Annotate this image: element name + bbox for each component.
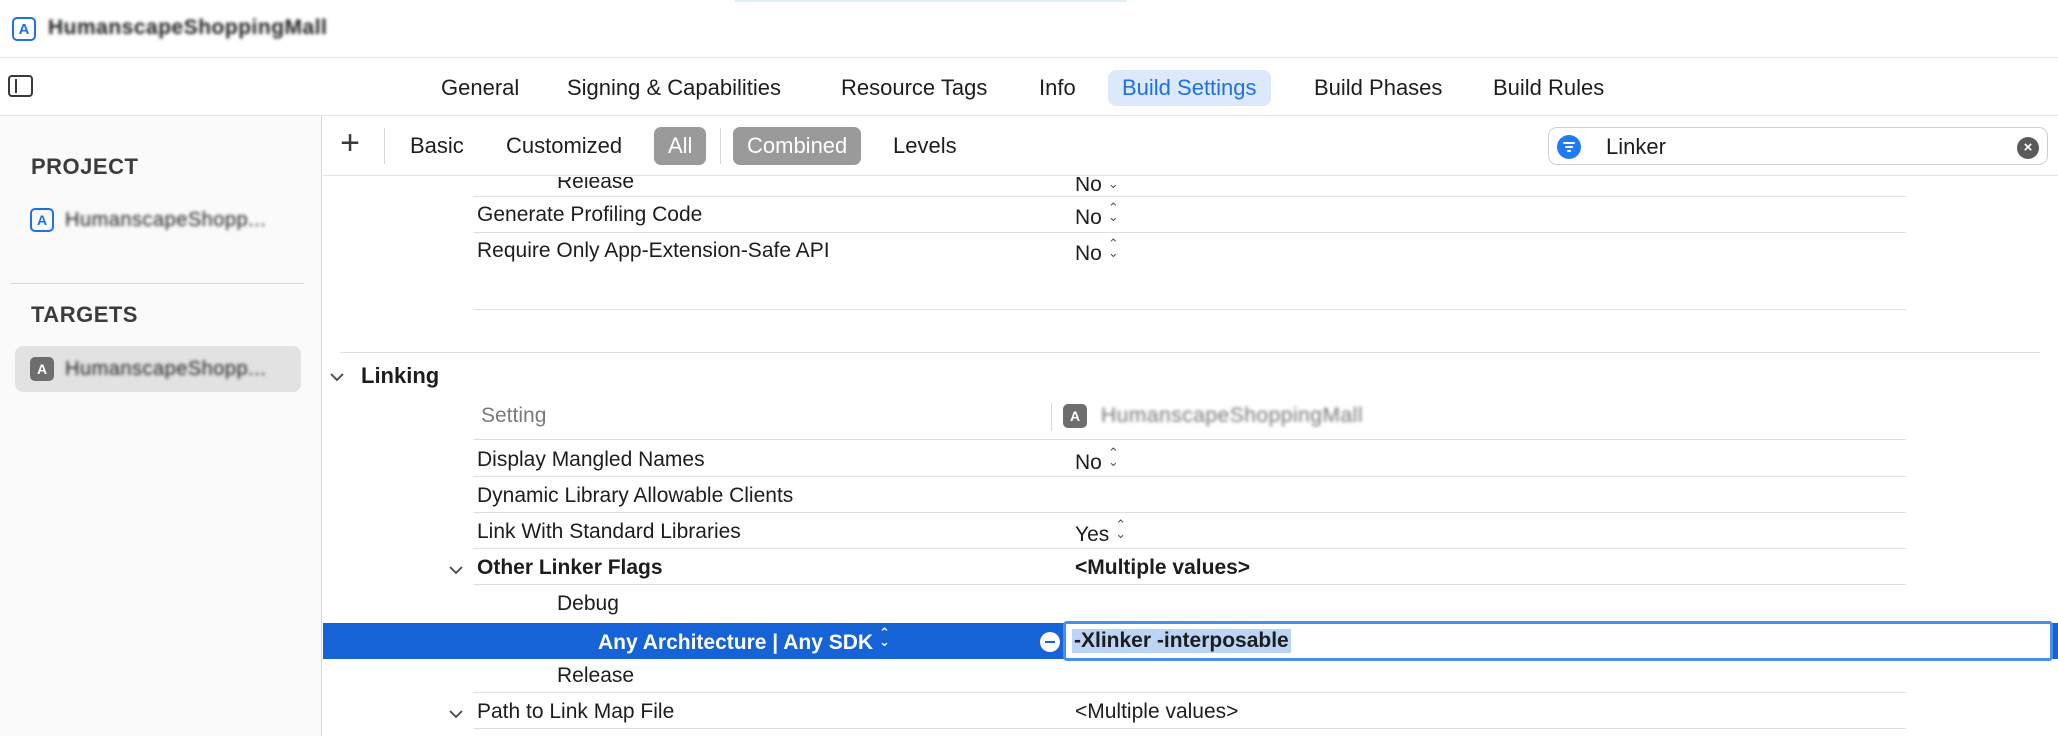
project-icon: A [30,208,54,232]
setting-name: Display Mangled Names [477,448,705,471]
filter-icon[interactable] [1557,135,1581,159]
setting-name: Link With Standard Libraries [477,520,741,543]
remove-condition-icon[interactable] [1040,632,1060,652]
add-build-setting-button[interactable]: + [335,126,365,162]
setting-value[interactable]: No⌃⌄ [1075,236,1119,266]
setting-name: Other Linker Flags [477,556,663,579]
row-divider [473,512,1906,513]
table-row-selected[interactable]: Any Architecture | Any SDK ⌃ ⌄ -Xlinker -i… [323,621,2058,661]
table-row[interactable]: Release [323,659,2058,695]
setting-name: Require Only App-Extension-Safe API [477,239,830,262]
tab-signing-capabilities[interactable]: Signing & Capabilities [553,70,795,106]
section-divider [340,352,2040,353]
chevron-down-icon[interactable] [449,706,463,719]
chevron-down-icon[interactable] [449,562,463,575]
table-row[interactable]: Path to Link Map File <Multiple values> [323,695,2058,731]
scope-all[interactable]: All [654,127,707,165]
row-divider [473,476,1906,477]
sidebar-item-label: HumanscapeShopp... [65,209,267,231]
project-section-header: PROJECT [31,154,139,179]
target-icon: A [1063,404,1087,428]
table-row[interactable]: Generate Profiling Code No ⌃ ⌄ [323,198,2058,234]
separator [384,128,385,164]
setting-name: Generate Profiling Code [477,203,703,226]
column-header-row: Setting A HumanscapeShoppingMall [323,399,2058,435]
stepper-icon: ⌃⌄ [1107,236,1119,260]
tab-info[interactable]: Info [1025,70,1090,106]
sidebar-toggle-icon[interactable] [8,75,33,97]
stepper-icon: ⌃⌄ [1107,445,1119,469]
table-row[interactable]: Require Only App-Extension-Safe API No ⌃ ⌄ [323,234,2058,270]
search-input[interactable]: Linker [1606,134,1666,160]
setting-value[interactable]: Yes ⌃ ⌄ [1075,517,1127,547]
sidebar-divider [10,283,304,284]
linker-flags-value[interactable]: -Xlinker -interposable [1072,629,1291,653]
group-linking[interactable]: Linking [323,358,2058,394]
row-divider [473,584,1906,585]
view-combined[interactable]: Combined [733,127,862,165]
column-header-setting: Setting [481,404,547,427]
target-icon: A [30,357,54,381]
tab-build-rules[interactable]: Build Rules [1479,70,1618,106]
setting-value[interactable]: No⌃⌄ [1075,445,1119,475]
row-divider [473,196,1906,197]
setting-value[interactable]: No⌃⌄ [1075,200,1119,230]
tab-build-phases[interactable]: Build Phases [1300,70,1456,106]
setting-name: Path to Link Map File [477,700,675,723]
tab-resource-tags[interactable]: Resource Tags [827,70,1001,106]
row-divider [473,728,1906,729]
row-divider [473,548,1906,549]
linker-flags-edit-field[interactable]: -Xlinker -interposable [1063,621,2053,661]
row-divider [473,692,1906,693]
editor-tab-strip: General Signing & Capabilities Resource … [0,58,2058,116]
setting-name: Release [557,664,635,687]
setting-name: Debug [557,592,619,615]
xcode-app-icon: A [12,17,36,41]
title-bar-accent [735,0,1127,2]
setting-value[interactable]: <Multiple values> [1075,556,1250,580]
row-divider [473,309,1906,310]
stepper-icon: ⌃⌄ [1115,517,1127,541]
table-row[interactable]: Dynamic Library Allowable Clients [323,479,2058,515]
window-title: HumanscapeShoppingMall [48,16,328,39]
view-levels[interactable]: Levels [879,127,971,165]
stepper-icon: ⌃⌄ [879,625,890,649]
search-field[interactable]: Linker × [1548,127,2048,165]
group-title: Linking [361,363,440,388]
sidebar-item-target[interactable]: A HumanscapeShopp... [15,346,301,392]
project-navigator: PROJECT A HumanscapeShopp... TARGETS A H… [0,116,322,736]
row-divider [473,232,1906,233]
table-row[interactable]: Other Linker Flags <Multiple values> [323,551,2058,587]
sidebar-item-project[interactable]: A HumanscapeShopp... [15,197,301,243]
separator [720,128,721,164]
row-divider [473,439,1906,440]
targets-section-header: TARGETS [31,302,138,327]
window-title-bar: A HumanscapeShoppingMall [0,0,2058,58]
table-row[interactable]: Display Mangled Names No ⌃ ⌄ [323,443,2058,479]
table-row[interactable]: Debug [323,587,2058,623]
setting-name: Release [557,177,635,193]
setting-value[interactable]: No⌃⌄ [1075,177,1119,197]
sidebar-item-label: HumanscapeShopp... [65,358,267,380]
stepper-icon: ⌃⌄ [1107,177,1119,191]
scope-basic[interactable]: Basic [396,127,478,165]
setting-value[interactable]: <Multiple values> [1075,700,1238,724]
column-header-target: HumanscapeShoppingMall [1101,404,1363,427]
build-settings-filter-bar: + Basic Customized All Combined Levels L… [323,116,2058,176]
clear-search-icon[interactable]: × [2017,137,2039,159]
setting-name: Dynamic Library Allowable Clients [477,484,794,507]
table-row[interactable]: Link With Standard Libraries Yes ⌃ ⌄ [323,515,2058,551]
stepper-icon: ⌃⌄ [1107,200,1119,224]
column-separator [1051,403,1052,431]
tab-general[interactable]: General [427,70,533,106]
setting-name[interactable]: Any Architecture | Any SDK ⌃ ⌄ [598,625,890,655]
tab-build-settings[interactable]: Build Settings [1108,70,1271,106]
chevron-down-icon[interactable] [330,369,344,382]
build-settings-table: Release No⌃⌄ Generate Profiling Code No⌃… [323,177,2058,736]
scope-customized[interactable]: Customized [492,127,636,165]
